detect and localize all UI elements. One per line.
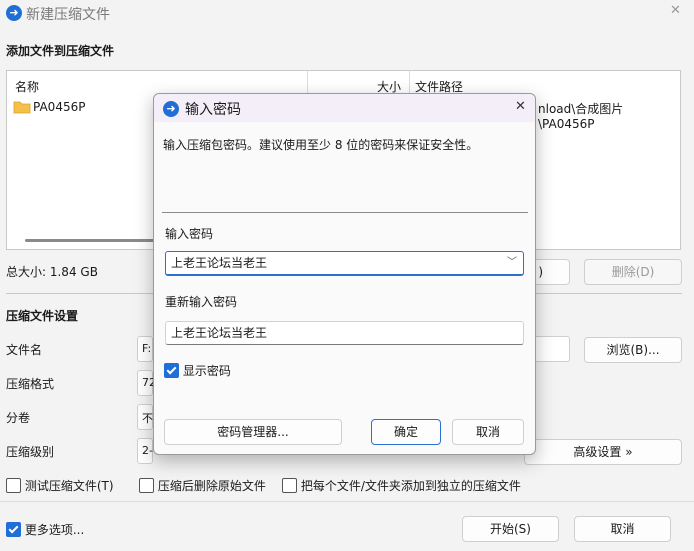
dialog-cancel-button[interactable]: 取消 xyxy=(452,419,524,445)
split-select[interactable]: 不 xyxy=(137,404,153,430)
delete-button[interactable]: 删除(D) xyxy=(584,259,682,285)
chevron-down-icon[interactable]: ﹀ xyxy=(507,252,517,274)
file-path: nload\合成图片\PA0456P xyxy=(538,102,624,131)
delete-after-checkbox[interactable] xyxy=(139,478,154,493)
format-select[interactable]: 72 xyxy=(137,370,156,396)
delete-after-option[interactable]: 压缩后删除原始文件 xyxy=(139,477,266,494)
file-name: PA0456P xyxy=(33,100,86,114)
filename-input[interactable]: F: xyxy=(137,336,153,362)
show-password-option[interactable]: 显示密码 xyxy=(164,362,231,379)
format-label: 压缩格式 xyxy=(6,377,55,391)
level-label: 压缩级别 xyxy=(6,445,55,459)
password-label: 输入密码 xyxy=(165,227,214,241)
dialog-close-icon[interactable]: ✕ xyxy=(515,99,526,114)
hidden-button-label: ) xyxy=(538,265,543,279)
column-header-name[interactable]: 名称 xyxy=(15,78,39,95)
test-archive-option[interactable]: 测试压缩文件(T) xyxy=(6,477,114,494)
test-archive-checkbox[interactable] xyxy=(6,478,21,493)
test-archive-label: 测试压缩文件(T) xyxy=(24,479,114,493)
start-button[interactable]: 开始(S) xyxy=(462,516,559,542)
separate-archives-checkbox[interactable] xyxy=(282,478,297,493)
window-close-icon[interactable]: ✕ xyxy=(670,3,681,18)
more-options-checkbox[interactable] xyxy=(6,522,21,537)
folder-icon xyxy=(13,101,31,114)
app-icon: ➜ xyxy=(6,5,22,21)
window-title: 新建压缩文件 xyxy=(26,7,110,23)
advanced-settings-button[interactable]: 高级设置 » xyxy=(524,439,682,465)
add-files-section-title: 添加文件到压缩文件 xyxy=(6,44,115,58)
reenter-password-label: 重新输入密码 xyxy=(165,295,238,309)
separate-archives-option[interactable]: 把每个文件/文件夹添加到独立的压缩文件 xyxy=(282,477,521,494)
password-value: 上老王论坛当老王 xyxy=(171,256,268,270)
archive-settings-title: 压缩文件设置 xyxy=(6,309,79,323)
password-manager-button[interactable]: 密码管理器... xyxy=(164,419,342,445)
dialog-description: 输入压缩包密码。建议使用至少 8 位的密码来保证安全性。 xyxy=(163,138,479,152)
reenter-password-value: 上老王论坛当老王 xyxy=(171,326,268,340)
browse-button[interactable]: 浏览(B)... xyxy=(584,337,682,363)
password-input[interactable]: 上老王论坛当老王 ﹀ xyxy=(165,251,524,276)
reenter-password-input[interactable]: 上老王论坛当老王 xyxy=(165,321,524,345)
dialog-app-icon: ➜ xyxy=(163,101,179,117)
password-dialog: ➜ 输入密码 ✕ 输入压缩包密码。建议使用至少 8 位的密码来保证安全性。 输入… xyxy=(153,93,536,455)
level-select[interactable]: 2- xyxy=(137,438,153,464)
more-options-label: 更多选项... xyxy=(24,523,85,537)
dialog-title: 输入密码 xyxy=(185,102,241,118)
separate-archives-label: 把每个文件/文件夹添加到独立的压缩文件 xyxy=(300,479,521,493)
divider xyxy=(0,501,694,502)
split-label: 分卷 xyxy=(6,411,31,425)
dialog-divider xyxy=(162,212,528,213)
show-password-checkbox[interactable] xyxy=(164,363,179,378)
more-options-toggle[interactable]: 更多选项... xyxy=(6,521,84,538)
filename-label: 文件名 xyxy=(6,343,43,357)
main-cancel-button[interactable]: 取消 xyxy=(574,516,671,542)
total-size: 总大小: 1.84 GB xyxy=(6,265,98,279)
delete-after-label: 压缩后删除原始文件 xyxy=(157,479,266,493)
show-password-label: 显示密码 xyxy=(182,364,231,378)
ok-button[interactable]: 确定 xyxy=(371,419,441,445)
